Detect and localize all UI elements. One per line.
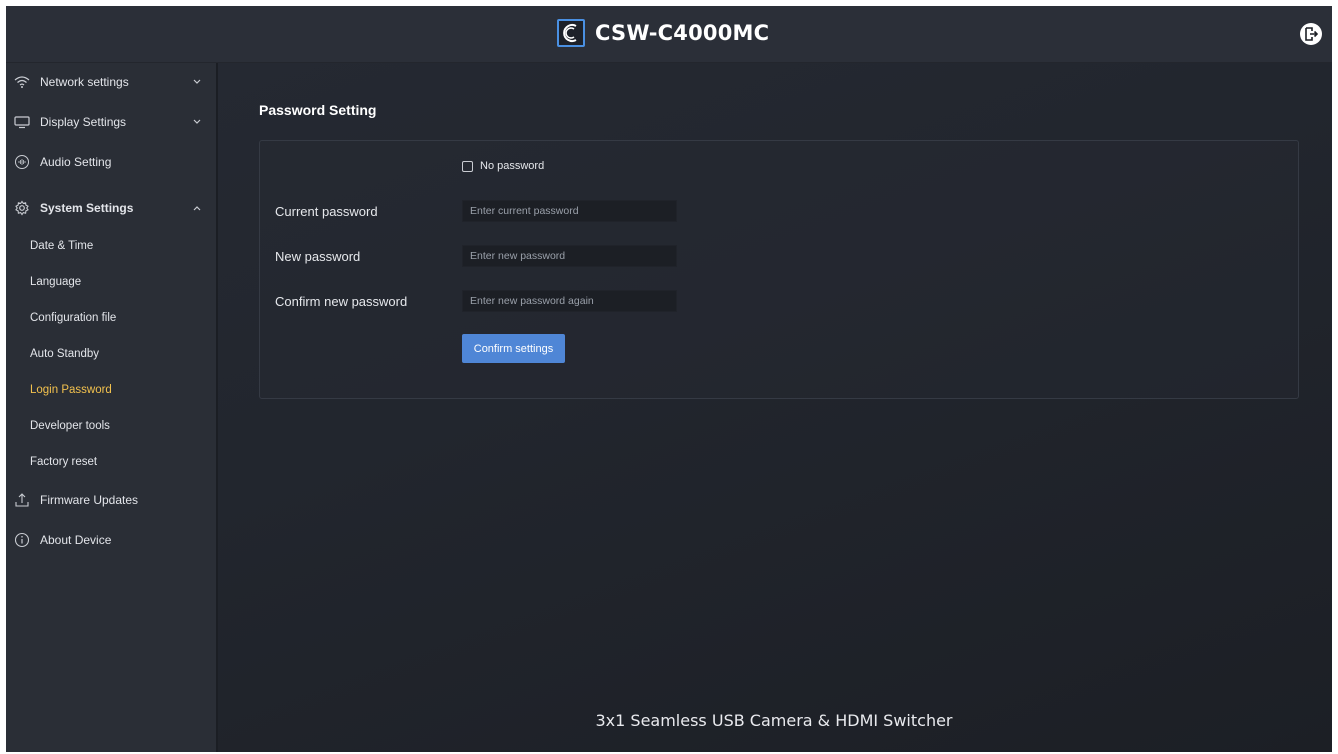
brand: CSW-C4000MC bbox=[557, 16, 769, 50]
sidebar-subitem-language[interactable]: Language bbox=[6, 267, 216, 297]
sidebar-item-label: About Device bbox=[40, 533, 112, 547]
logout-icon[interactable] bbox=[1300, 23, 1322, 45]
chevron-down-icon bbox=[192, 117, 202, 127]
chevron-down-icon bbox=[192, 77, 202, 87]
sidebar: Network settings Display Settings Audio … bbox=[6, 63, 218, 752]
page-title: Password Setting bbox=[259, 102, 377, 118]
app-title: CSW-C4000MC bbox=[595, 21, 770, 45]
sidebar-subitem-date-time[interactable]: Date & Time bbox=[6, 231, 216, 261]
sidebar-item-label: Network settings bbox=[40, 75, 129, 89]
sidebar-subitem-label: Language bbox=[30, 276, 82, 288]
confirm-password-label: Confirm new password bbox=[275, 294, 408, 309]
sidebar-subitem-label: Developer tools bbox=[30, 420, 110, 432]
confirm-password-input[interactable] bbox=[462, 290, 677, 312]
device-description: 3x1 Seamless USB Camera & HDMI Switcher bbox=[595, 711, 953, 730]
sidebar-subitem-label: Auto Standby bbox=[30, 348, 100, 360]
sidebar-subitem-auto-standby[interactable]: Auto Standby bbox=[6, 339, 216, 369]
sidebar-item-firmware-updates[interactable]: Firmware Updates bbox=[6, 483, 216, 517]
password-form-panel: No password Current password New passwor… bbox=[259, 140, 1299, 399]
sidebar-item-label: Firmware Updates bbox=[40, 493, 139, 507]
current-password-input[interactable] bbox=[462, 200, 677, 222]
checkbox-box[interactable] bbox=[462, 160, 473, 172]
new-password-label: New password bbox=[275, 249, 361, 264]
sidebar-item-audio-setting[interactable]: Audio Setting bbox=[6, 145, 216, 179]
no-password-checkbox[interactable]: No password bbox=[462, 160, 544, 172]
header-bar: CSW-C4000MC bbox=[6, 6, 1332, 63]
sidebar-item-label: Display Settings bbox=[40, 115, 127, 129]
sidebar-item-label: Audio Setting bbox=[40, 155, 112, 169]
sidebar-item-display-settings[interactable]: Display Settings bbox=[6, 105, 216, 139]
audio-icon bbox=[14, 154, 30, 170]
info-icon bbox=[14, 532, 30, 548]
sidebar-item-label: System Settings bbox=[40, 201, 134, 215]
gear-icon bbox=[14, 200, 30, 216]
sidebar-item-network-settings[interactable]: Network settings bbox=[6, 65, 216, 99]
wifi-icon bbox=[14, 74, 30, 90]
no-password-label: No password bbox=[480, 160, 545, 172]
sidebar-subitem-label: Login Password bbox=[30, 384, 112, 396]
sidebar-subitem-label: Configuration file bbox=[30, 312, 117, 324]
brand-logo-icon bbox=[557, 19, 585, 47]
sidebar-subitem-label: Date & Time bbox=[30, 240, 94, 252]
sidebar-item-about-device[interactable]: About Device bbox=[6, 523, 216, 557]
upload-icon bbox=[14, 492, 30, 508]
sidebar-subitem-configuration-file[interactable]: Configuration file bbox=[6, 303, 216, 333]
monitor-icon bbox=[14, 114, 30, 130]
chevron-up-icon bbox=[192, 203, 202, 213]
current-password-label: Current password bbox=[275, 204, 378, 219]
sidebar-subitem-login-password[interactable]: Login Password bbox=[6, 375, 216, 405]
sidebar-subitem-factory-reset[interactable]: Factory reset bbox=[6, 447, 216, 477]
confirm-settings-button[interactable]: Confirm settings bbox=[462, 334, 565, 363]
sidebar-subitem-developer-tools[interactable]: Developer tools bbox=[6, 411, 216, 441]
new-password-input[interactable] bbox=[462, 245, 677, 267]
app-window: CSW-C4000MC Network settings Display Set… bbox=[6, 6, 1332, 752]
sidebar-item-system-settings[interactable]: System Settings bbox=[6, 191, 216, 225]
sidebar-subitem-label: Factory reset bbox=[30, 456, 98, 468]
